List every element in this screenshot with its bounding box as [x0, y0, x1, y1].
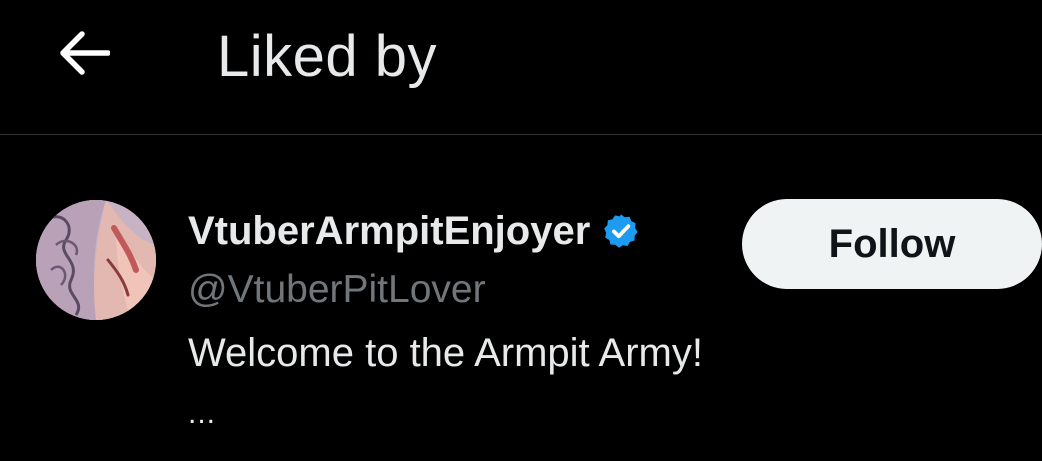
user-list-item[interactable]: VtuberArmpitEnjoyer @VtuberPitLover Welc… — [0, 136, 1042, 461]
follow-button[interactable]: Follow — [742, 199, 1042, 289]
user-bio: Welcome to the Armpit Army! — [188, 331, 703, 375]
back-button[interactable] — [52, 24, 116, 82]
page-title: Liked by — [217, 24, 438, 89]
user-handle[interactable]: @VtuberPitLover — [188, 266, 486, 314]
verified-badge-icon — [602, 212, 640, 250]
user-name-row[interactable]: VtuberArmpitEnjoyer — [188, 206, 640, 256]
top-app-bar: Liked by — [0, 0, 1042, 135]
avatar[interactable] — [36, 200, 156, 320]
user-display-name[interactable]: VtuberArmpitEnjoyer — [188, 206, 590, 256]
bio-truncation: ... — [188, 397, 217, 430]
arrow-left-icon — [60, 31, 110, 75]
